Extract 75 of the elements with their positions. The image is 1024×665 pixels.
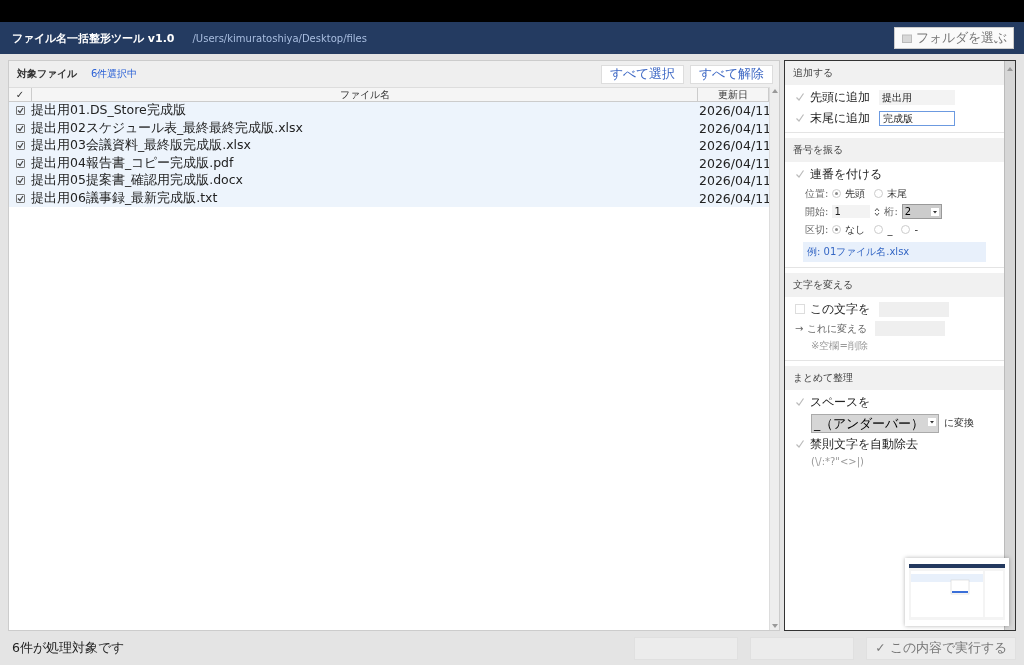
radio-label: _ [887,224,893,235]
example-preview: 例: 01ファイル名.xlsx [803,242,986,262]
replacement-dropdown[interactable]: _（アンダーバー） [811,413,940,433]
radio-label: 末尾 [887,186,908,201]
date-cell: 2026/04/11 [699,155,769,171]
stepper-icon[interactable] [874,206,881,217]
radio-button[interactable] [874,189,884,198]
checkbox[interactable] [795,113,805,123]
status-text: 6件が処理対象です [12,639,124,657]
hint-text: (\/:*?"<>|) [810,455,865,469]
date-cell: 2026/04/11 [699,190,769,206]
field-label: 区切: [805,222,829,237]
radio-button[interactable] [874,225,884,234]
radio-label: 先頭 [845,186,866,201]
start-field[interactable]: 1 [832,205,871,218]
date-cell: 2026/04/11 [699,173,769,189]
scroll-down-icon[interactable] [770,622,779,630]
option-label: スペースを [810,393,870,411]
section-title: まとめて整理 [785,366,1004,390]
file-name-cell-text: 提出用06議事録_最新完成版.txt [31,189,219,207]
option-label: 末尾に追加 [810,109,870,127]
file-name-cell-text: 提出用05提案書_確認用完成版.docx [31,172,244,190]
app-title: ファイル名一括整形ツール v1.0 [12,30,175,46]
caret-icon[interactable] [930,208,939,216]
file-name-cell-text: 提出用02スケジュール表_最終最終完成版.xlsx [31,119,304,137]
checkbox[interactable] [15,158,25,168]
checkbox[interactable] [15,193,25,203]
section-title: 文字を変える [785,273,1004,297]
section-title: 番号を振る [785,138,1004,162]
date-cell: 2026/04/11 [699,120,769,136]
run-button[interactable]: ✓ この内容で実行する [866,636,1016,660]
checkbox[interactable] [795,397,805,407]
field-label: 位置: [805,186,829,201]
radio-label: - [914,224,918,235]
field-label: 開始: [805,204,829,219]
deselect-all-button[interactable]: すべて解除 [690,64,773,84]
column-header[interactable]: ✓ [9,88,32,101]
checkbox[interactable] [15,141,25,151]
file-name-cell-text: 提出用04報告書_コピー完成版.pdf [31,154,235,172]
radio-button[interactable] [832,225,842,234]
checkbox[interactable] [795,92,805,102]
checkbox[interactable] [795,439,805,449]
checkbox[interactable] [795,169,805,179]
field-label: → これに変える [795,321,867,336]
section-title: 追加する [785,61,1004,85]
checkbox[interactable] [15,176,25,186]
option-label: 禁則文字を自動除去 [810,435,918,453]
radio-button[interactable] [901,225,911,234]
scrollbar[interactable] [1004,61,1015,630]
radio-button[interactable] [832,189,842,198]
column-header[interactable]: ファイル名 [32,88,698,101]
option-label: この文字を [810,300,870,318]
caret-icon[interactable] [928,417,937,426]
text-field[interactable]: 完成版 [879,110,955,126]
choose-folder-button[interactable]: フォルダを選ぶ [894,27,1014,49]
selection-count: 6件選択中 [91,67,138,81]
panel-title: 対象ファイル [17,67,77,81]
field-label: 桁: [884,204,898,219]
file-name-cell-text: 提出用01.DS_Store完成版 [31,102,187,120]
checkbox[interactable] [15,106,25,116]
scroll-up-icon[interactable] [1006,65,1014,73]
folder-icon [901,33,912,43]
option-label: 連番を付ける [810,165,882,183]
digits-dropdown[interactable]: 2 [901,204,942,219]
folder-path: /Users/kimuratoshiya/Desktop/files [192,32,367,44]
hint-text: ※空欄=削除 [810,339,869,353]
option-suffix: に変換 [944,416,975,430]
checkbox[interactable] [15,123,25,133]
radio-label: なし [845,222,866,237]
text-field[interactable]: 提出用 [879,89,955,105]
date-cell: 2026/04/11 [699,103,769,119]
option-label: 先頭に追加 [810,88,870,106]
select-all-button[interactable]: すべて選択 [601,64,684,84]
date-cell: 2026/04/11 [699,138,769,154]
file-name-cell-text: 提出用03会議資料_最終版完成版.xlsx [31,137,252,155]
